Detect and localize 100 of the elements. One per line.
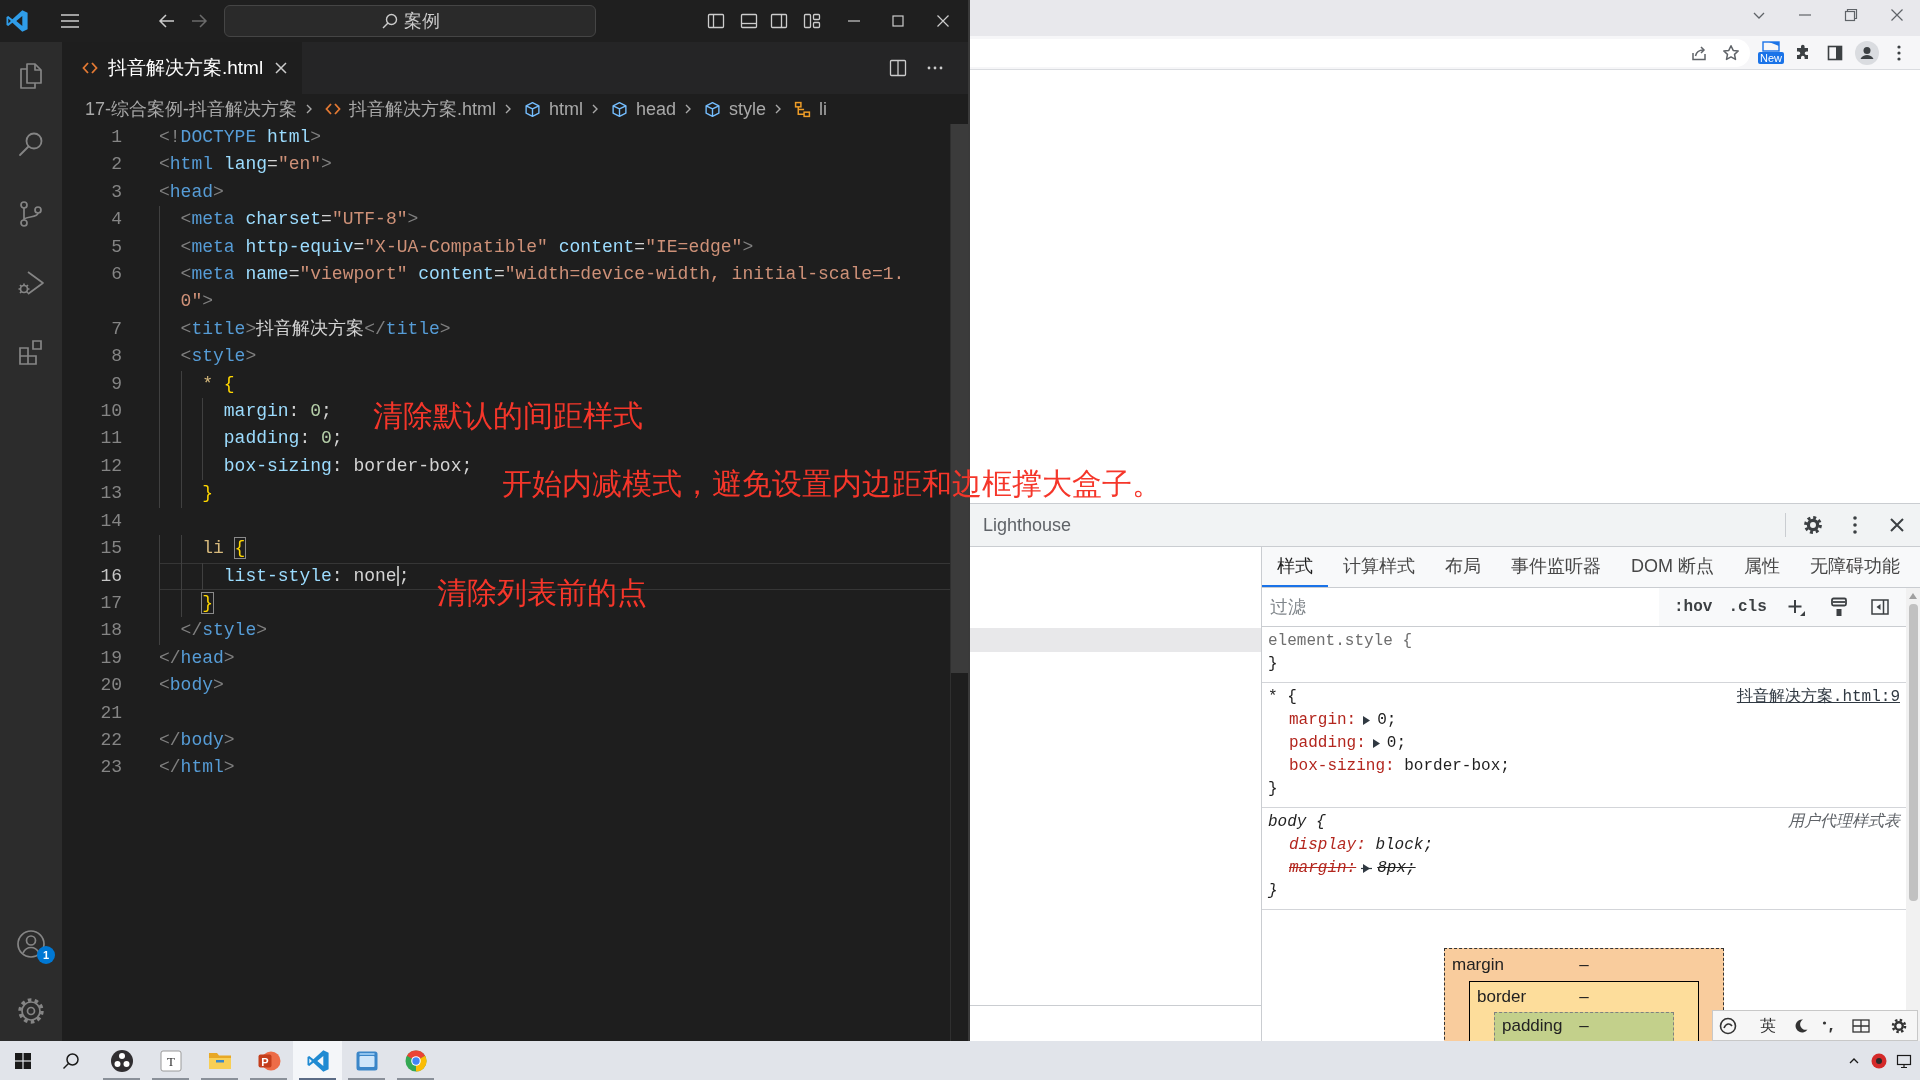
css-value[interactable]: border-box; bbox=[1404, 755, 1510, 778]
panel-tab[interactable]: Lighthouse bbox=[983, 511, 1072, 539]
editor-tab[interactable]: 抖音解决方案.html bbox=[62, 42, 302, 94]
close-icon[interactable] bbox=[1889, 7, 1905, 23]
css-value[interactable]: 8px; bbox=[1377, 857, 1416, 880]
expand-arrow-icon[interactable] bbox=[1370, 738, 1382, 749]
code-line: <body> bbox=[159, 674, 224, 698]
taskbar-button[interactable]: P bbox=[244, 1041, 293, 1080]
css-property[interactable]: display: bbox=[1289, 834, 1366, 857]
code-line: } bbox=[202, 482, 213, 506]
expand-arrow-icon[interactable] bbox=[1361, 715, 1373, 726]
sidebar-tab[interactable]: 属性 bbox=[1729, 547, 1795, 587]
command-center[interactable]: 案例 bbox=[224, 5, 596, 37]
line-number: 6 bbox=[110, 263, 122, 287]
code-line: list-style: none; bbox=[223, 564, 410, 588]
closing-brace: } bbox=[1268, 779, 1278, 800]
cube-icon bbox=[524, 100, 542, 118]
box-label: margin bbox=[1452, 954, 1504, 977]
panel-bottom-icon[interactable] bbox=[739, 11, 759, 31]
selected-node-row[interactable] bbox=[970, 628, 1261, 652]
filter-field[interactable]: 过滤 bbox=[1262, 588, 1659, 626]
input-mode-label[interactable]: 英 bbox=[1760, 1013, 1776, 1038]
code-line: <style> bbox=[180, 345, 257, 369]
side-panel-icon[interactable] bbox=[1826, 43, 1844, 62]
css-selector[interactable]: body { bbox=[1268, 811, 1326, 834]
source-link[interactable]: 抖音解决方案.html:9 bbox=[1736, 686, 1900, 709]
code-line: <title>抖音解决方案</title> bbox=[180, 317, 451, 341]
sidebar-left-icon[interactable] bbox=[706, 11, 726, 31]
avatar-icon[interactable] bbox=[1855, 40, 1879, 65]
close-icon[interactable] bbox=[1888, 516, 1906, 534]
keyboard-icon[interactable] bbox=[1852, 1017, 1870, 1034]
css-property[interactable]: padding: bbox=[1289, 732, 1366, 755]
css-property[interactable]: margin: bbox=[1289, 709, 1357, 732]
expand-arrow-icon[interactable] bbox=[1361, 863, 1373, 874]
account-icon[interactable] bbox=[15, 928, 47, 960]
line-number: 5 bbox=[110, 235, 122, 259]
box-label: padding bbox=[1502, 1015, 1563, 1038]
breadcrumb-item[interactable]: 17-综合案例-抖音解决方案 bbox=[85, 95, 297, 123]
settings-icon[interactable] bbox=[1802, 514, 1824, 536]
css-selector[interactable]: * { bbox=[1268, 686, 1297, 709]
line-number: 16 bbox=[99, 564, 122, 588]
line-number: 10 bbox=[99, 400, 122, 424]
line-number: 20 bbox=[99, 674, 122, 698]
sidebar-right-icon[interactable] bbox=[769, 11, 789, 31]
line-number: 11 bbox=[99, 427, 122, 451]
settings-icon[interactable] bbox=[1890, 1016, 1908, 1035]
round-dots-app-icon bbox=[109, 1048, 134, 1073]
share-icon[interactable] bbox=[1690, 43, 1708, 62]
code-line: </body> bbox=[159, 728, 235, 752]
start-icon[interactable] bbox=[15, 1052, 31, 1069]
screen-icon[interactable] bbox=[1762, 41, 1780, 52]
sidebar-tab[interactable]: 计算样式 bbox=[1328, 547, 1430, 587]
sidebar-tab[interactable]: 布局 bbox=[1430, 547, 1496, 587]
css-selector[interactable]: element.style { bbox=[1268, 630, 1413, 653]
line-number: 1 bbox=[110, 126, 122, 149]
line-number: 19 bbox=[99, 646, 122, 670]
breadcrumb-item[interactable]: style bbox=[704, 95, 767, 123]
caption-text: 清除列表前的点 bbox=[437, 575, 647, 611]
box-value: – bbox=[1579, 954, 1589, 977]
restore-icon[interactable] bbox=[1843, 7, 1859, 23]
scrollbar-thumb[interactable] bbox=[1908, 604, 1918, 901]
hierarchy-icon bbox=[794, 100, 812, 118]
css-value[interactable]: 0; bbox=[1377, 709, 1397, 732]
toggle-button[interactable]: :hov bbox=[1674, 595, 1713, 619]
toggle-button[interactable]: .cls bbox=[1728, 595, 1767, 619]
brush-icon[interactable] bbox=[1829, 597, 1848, 617]
swirl-icon[interactable] bbox=[1719, 1016, 1737, 1035]
line-number: 21 bbox=[99, 701, 122, 725]
code-line: margin: 0; bbox=[223, 400, 332, 424]
breadcrumb-item[interactable]: html bbox=[524, 95, 584, 123]
line-number: 22 bbox=[99, 728, 122, 752]
code-line: } bbox=[202, 591, 213, 615]
css-property[interactable]: box-sizing: bbox=[1289, 755, 1395, 778]
line-number: 2 bbox=[110, 153, 122, 177]
sidebar-tab[interactable]: 无障碍功能 bbox=[1795, 547, 1915, 587]
more-icon[interactable] bbox=[1896, 43, 1902, 62]
css-property[interactable]: margin: bbox=[1289, 857, 1357, 880]
search-icon[interactable] bbox=[62, 1051, 80, 1070]
css-value[interactable]: 0; bbox=[1386, 732, 1406, 755]
close-icon[interactable] bbox=[273, 60, 289, 76]
tray-app-icon[interactable] bbox=[1870, 1052, 1887, 1069]
moon-icon[interactable] bbox=[1793, 1017, 1809, 1034]
layout-icon[interactable] bbox=[802, 11, 822, 31]
code-line: <meta http-equiv="X-UA-Compatible" content="IE=edge"> bbox=[180, 235, 754, 259]
code-editor-icon bbox=[305, 1048, 330, 1073]
more-icon[interactable] bbox=[1852, 515, 1858, 535]
star-icon[interactable] bbox=[1722, 43, 1740, 62]
split-editor-icon[interactable] bbox=[888, 58, 908, 78]
maximize-icon[interactable] bbox=[890, 13, 906, 29]
panel-toggle-icon[interactable] bbox=[1869, 597, 1890, 617]
closing-brace: } bbox=[1268, 654, 1278, 675]
taskbar-button[interactable]: T bbox=[146, 1041, 195, 1080]
sidebar-tab[interactable]: DOM 断点 bbox=[1616, 547, 1729, 587]
css-value[interactable]: block; bbox=[1375, 834, 1433, 857]
sidebar-tab[interactable]: 事件监听器 bbox=[1496, 547, 1616, 587]
monitor-icon[interactable] bbox=[1895, 1052, 1912, 1069]
breadcrumb-item[interactable]: head bbox=[611, 95, 677, 123]
breadcrumb-item[interactable]: li bbox=[794, 95, 828, 123]
code-line: </style> bbox=[180, 619, 268, 643]
breadcrumb-item[interactable]: 抖音解决方案.html bbox=[325, 95, 497, 123]
